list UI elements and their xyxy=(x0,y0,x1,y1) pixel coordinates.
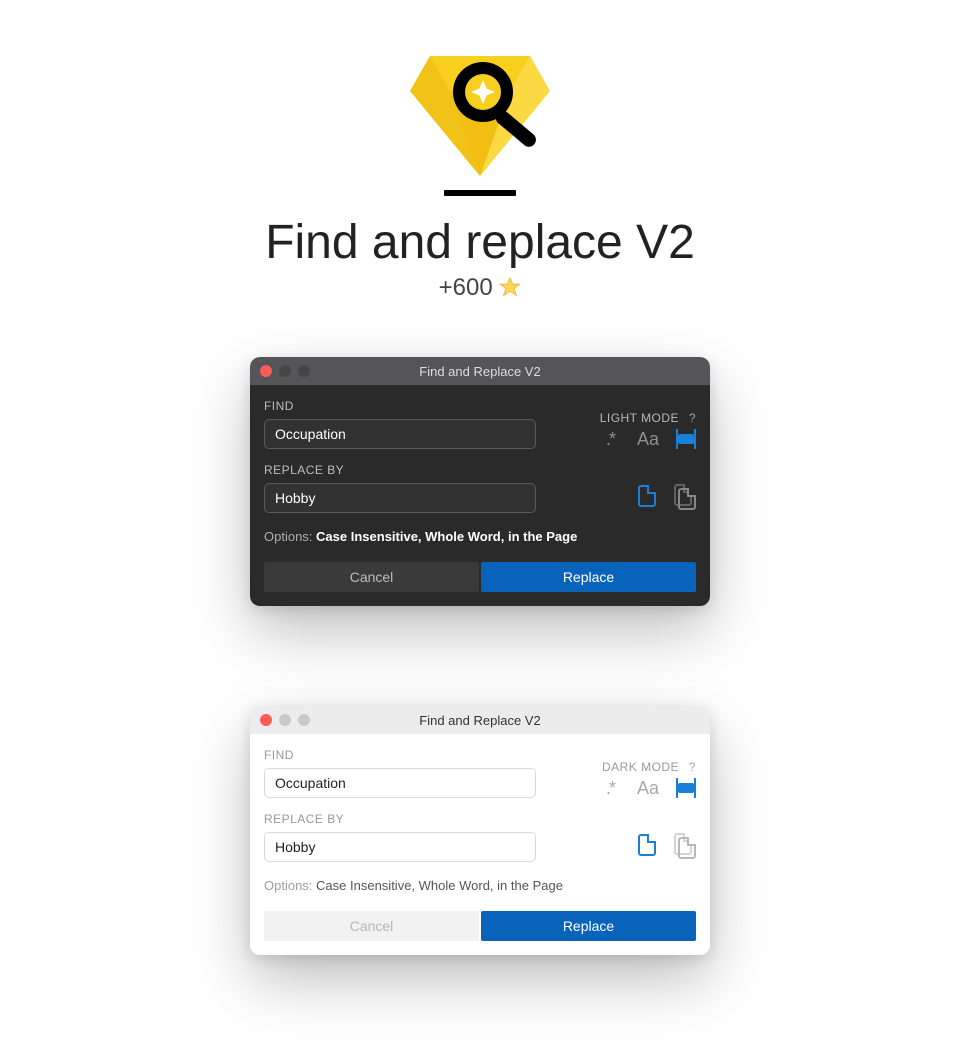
titlebar: Find and Replace V2 xyxy=(250,357,710,385)
replace-label: REPLACE BY xyxy=(264,812,546,826)
help-button[interactable]: ? xyxy=(689,760,696,774)
window-title: Find and Replace V2 xyxy=(250,713,710,728)
window-title: Find and Replace V2 xyxy=(250,364,710,379)
replace-input[interactable] xyxy=(264,832,536,862)
scope-page-icon[interactable] xyxy=(638,834,656,861)
help-button[interactable]: ? xyxy=(689,411,696,425)
scope-page-icon[interactable] xyxy=(638,485,656,512)
titlebar: Find and Replace V2 xyxy=(250,706,710,734)
theme-toggle[interactable]: LIGHT MODE xyxy=(600,411,679,425)
whole-word-toggle-icon[interactable] xyxy=(676,778,696,798)
case-toggle-icon[interactable]: Aa xyxy=(638,429,658,449)
replace-label: REPLACE BY xyxy=(264,463,546,477)
find-input[interactable] xyxy=(264,768,536,798)
replace-button[interactable]: Replace xyxy=(481,911,696,941)
find-input[interactable] xyxy=(264,419,536,449)
regex-toggle-icon[interactable]: .* xyxy=(600,778,620,798)
replace-input[interactable] xyxy=(264,483,536,513)
scope-document-icon[interactable] xyxy=(674,484,696,513)
replace-button[interactable]: Replace xyxy=(481,562,696,592)
theme-toggle[interactable]: DARK MODE xyxy=(602,760,679,774)
find-replace-window-dark: Find and Replace V2 FIND LIGHT MODE ? .*… xyxy=(250,357,710,606)
cancel-button[interactable]: Cancel xyxy=(264,562,479,592)
regex-toggle-icon[interactable]: .* xyxy=(600,429,620,449)
find-replace-window-light: Find and Replace V2 FIND DARK MODE ? .* … xyxy=(250,706,710,955)
stars-count: +600 xyxy=(0,274,960,305)
plugin-logo xyxy=(390,26,570,196)
cancel-button[interactable]: Cancel xyxy=(264,911,479,941)
find-label: FIND xyxy=(264,748,546,762)
options-summary: Options: Case Insensitive, Whole Word, i… xyxy=(264,878,696,893)
find-label: FIND xyxy=(264,399,546,413)
page-title: Find and replace V2 xyxy=(0,215,960,270)
case-toggle-icon[interactable]: Aa xyxy=(638,778,658,798)
options-summary: Options: Case Insensitive, Whole Word, i… xyxy=(264,529,696,544)
star-icon xyxy=(499,276,521,305)
scope-document-icon[interactable] xyxy=(674,833,696,862)
whole-word-toggle-icon[interactable] xyxy=(676,429,696,449)
